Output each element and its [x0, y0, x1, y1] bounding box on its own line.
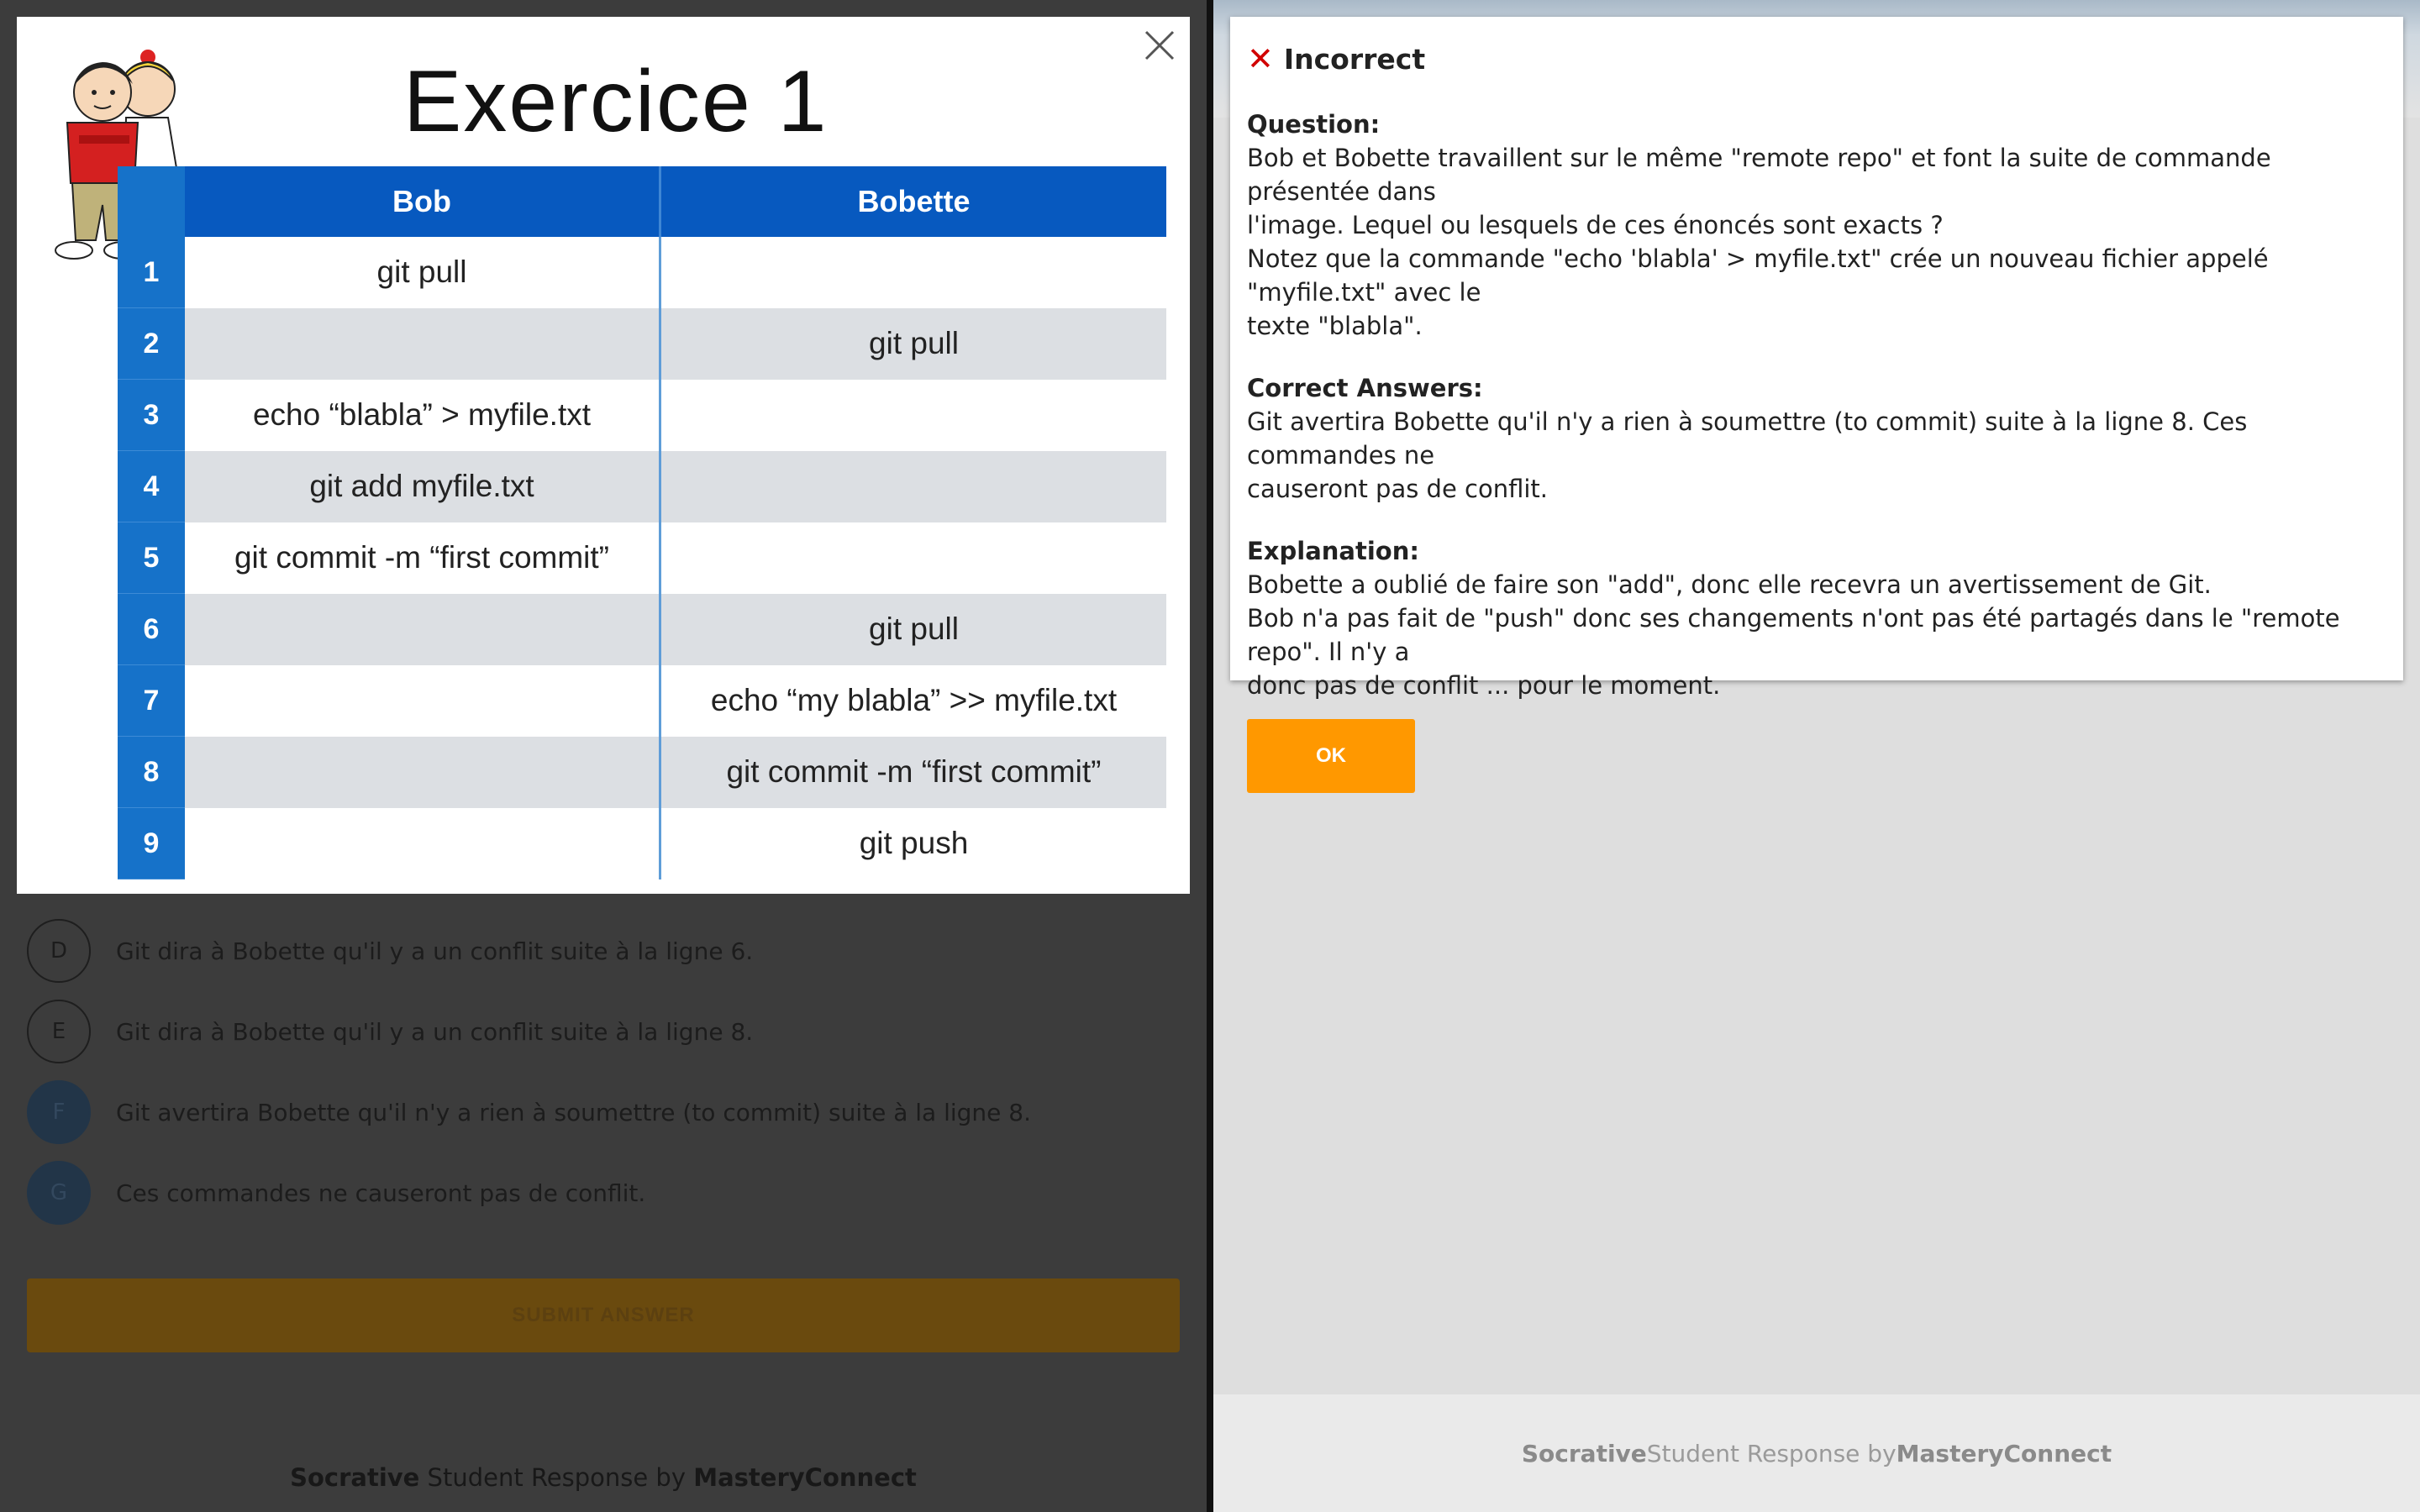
row-number: 1 [118, 237, 185, 308]
explanation-line: donc pas de conflit ... pour le moment. [1247, 671, 1721, 700]
table-row: 8 git commit -m “first commit” [118, 736, 1166, 808]
bobette-command: git pull [660, 593, 1166, 665]
question-line: Bob et Bobette travaillent sur le même "… [1247, 144, 2271, 206]
result-header: ✕ Incorrect [1247, 34, 2386, 84]
explanation-line: Bobette a oublié de faire son "add", don… [1247, 570, 2212, 599]
row-number: 4 [118, 450, 185, 522]
git-commands-table: Bob Bobette 1 git pull 2 git pull 3 echo [118, 166, 1166, 879]
bobette-command [660, 237, 1167, 308]
footer-middle: Student Response by [419, 1463, 694, 1492]
question-section: Question: Bob et Bobette travaillent sur… [1247, 108, 2386, 343]
footer-company: MasteryConnect [693, 1463, 917, 1492]
row-number: 8 [118, 736, 185, 808]
choice-text: Git dira à Bobette qu'il y a un conflit … [116, 1017, 754, 1046]
bob-command [185, 307, 661, 380]
correct-answers-section: Correct Answers: Git avertira Bobette qu… [1247, 371, 2386, 506]
bobette-command: git push [859, 826, 969, 860]
ok-button[interactable]: OK [1247, 719, 1415, 793]
bob-command: git pull [185, 237, 661, 308]
correct-answer-line: Git avertira Bobette qu'il n'y a rien à … [1247, 407, 2248, 470]
table-row: 9 git push [118, 807, 1166, 879]
bobette-command [660, 450, 1166, 522]
bobette-command [660, 380, 1167, 451]
submit-answer-button[interactable]: SUBMIT ANSWER [27, 1278, 1180, 1352]
header-bobette: Bobette [660, 166, 1166, 237]
choice-letter: G [27, 1161, 91, 1225]
row-number: 2 [118, 307, 185, 380]
exercise-title: Exercice 1 [403, 53, 829, 150]
correct-answers-label: Correct Answers: [1247, 374, 1483, 402]
result-title: Incorrect [1283, 42, 1426, 76]
table-row: 5 git commit -m “first commit” [118, 522, 1166, 594]
bob-command [185, 593, 661, 665]
correct-answer-line: causeront pas de conflit. [1247, 475, 1548, 503]
bob-command: git commit -m “first commit” [185, 522, 661, 594]
question-image-modal: Exercice 1 Bob Bobette 1 git pull 2 git … [17, 17, 1190, 894]
choice-text: Git dira à Bobette qu'il y a un conflit … [116, 937, 754, 965]
explanation-label: Explanation: [1247, 537, 1419, 565]
question-line: l'image. Lequel ou lesquels de ces énonc… [1247, 211, 1944, 239]
footer-middle: Student Response by [1646, 1439, 1897, 1467]
pane-divider [1207, 0, 1213, 1512]
bobette-command: echo “my blabla” >> myfile.txt [710, 683, 1118, 717]
bob-command: echo “blabla” > myfile.txt [185, 379, 661, 451]
bob-command [185, 736, 661, 808]
quiz-pane: D Git dira à Bobette qu'il y a un confli… [0, 0, 1207, 1512]
table-row: 4 git add myfile.txt [118, 450, 1166, 522]
choice-text: Ces commandes ne causeront pas de confli… [116, 1179, 646, 1207]
explanation-section: Explanation: Bobette a oublié de faire s… [1247, 534, 2386, 702]
bobette-command [660, 522, 1167, 594]
footer-brand: Socrative [290, 1463, 420, 1492]
x-icon: ✕ [1247, 40, 1274, 77]
row-number: 5 [118, 522, 185, 594]
close-icon[interactable] [1138, 24, 1181, 67]
choice-text: Git avertira Bobette qu'il n'y a rien à … [116, 1098, 1032, 1126]
table-header-row: Bob Bobette [118, 166, 1166, 237]
header-num [118, 166, 185, 237]
row-number: 3 [118, 379, 185, 451]
table-row: 2 git pull [118, 307, 1166, 380]
bob-command: git add myfile.txt [185, 450, 661, 522]
table-row: 3 echo “blabla” > myfile.txt [118, 379, 1167, 451]
result-dialog: ✕ Incorrect Question: Bob et Bobette tra… [1230, 17, 2403, 793]
footer-branding: Socrative Student Response by MasteryCon… [0, 1463, 1207, 1492]
choice-f[interactable]: F Git avertira Bobette qu'il n'y a rien … [27, 1079, 1031, 1146]
bobette-command: git pull [660, 307, 1166, 380]
footer-branding: Socrative Student Response by MasteryCon… [1213, 1394, 2420, 1512]
result-pane: ✕ Incorrect Question: Bob et Bobette tra… [1213, 0, 2420, 1512]
table-row: 6 git pull [118, 593, 1166, 665]
choice-letter: D [27, 919, 91, 983]
choice-d[interactable]: D Git dira à Bobette qu'il y a un confli… [27, 917, 753, 984]
question-label: Question: [1247, 110, 1381, 139]
footer-brand: Socrative [1521, 1439, 1647, 1467]
row-number: 6 [118, 593, 185, 665]
row-number: 9 [118, 807, 185, 879]
choice-letter: E [27, 1000, 91, 1063]
table-row: 7 echo “my blabla” >> myfile.txt [118, 664, 1166, 737]
question-line: Notez que la commande "echo 'blabla' > m… [1247, 244, 2269, 307]
table-row: 1 git pull [118, 237, 1166, 308]
bob-command [185, 807, 661, 879]
question-line: texte "blabla". [1247, 312, 1423, 340]
choice-g[interactable]: G Ces commandes ne causeront pas de conf… [27, 1159, 645, 1226]
header-bob: Bob [185, 166, 661, 237]
row-number: 7 [118, 664, 185, 737]
footer-company: MasteryConnect [1896, 1439, 2112, 1467]
choice-letter: F [27, 1080, 91, 1144]
choice-e[interactable]: E Git dira à Bobette qu'il y a un confli… [27, 998, 753, 1065]
explanation-line: Bob n'a pas fait de "push" donc ses chan… [1247, 604, 2340, 666]
bobette-command: git commit -m “first commit” [660, 736, 1166, 808]
bob-command [185, 664, 661, 737]
